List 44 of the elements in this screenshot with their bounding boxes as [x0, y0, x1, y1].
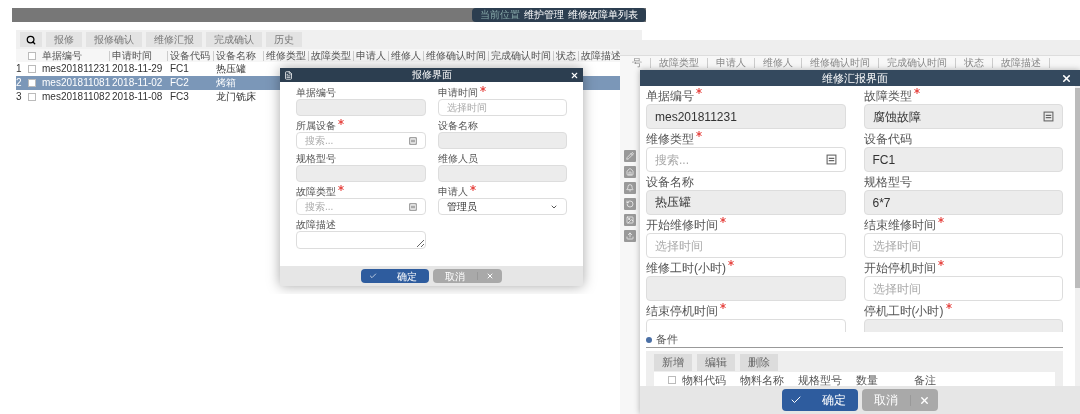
field-label: 规格型号: [296, 153, 336, 164]
field-label: 设备名称: [646, 176, 694, 188]
table-cell-text: mes201811082: [41, 92, 110, 102]
field-label: 申请人: [437, 186, 468, 197]
field-label: 故障描述: [296, 219, 336, 230]
table-cell-text: FC3: [169, 92, 190, 102]
table-cell-text: 热压罐: [215, 64, 247, 74]
row-number: 1: [16, 64, 23, 74]
field-label: 维修类型: [646, 133, 694, 145]
field-label: 结束停机时间: [646, 305, 718, 317]
field-label: 结束维修时间: [863, 219, 936, 231]
field-value: 搜索...: [655, 151, 689, 169]
field-label: 故障类型: [296, 186, 336, 197]
field-label: 所属设备: [296, 120, 336, 131]
row-number: 3: [16, 92, 23, 102]
field-label: 故障类型: [863, 90, 912, 102]
field-label: 申请时间: [437, 87, 478, 98]
table-cell-text: 2018-11-29: [111, 64, 164, 74]
field-value: 搜索...: [305, 134, 334, 148]
table-cell-text: 2018-11-02: [111, 78, 164, 88]
field-value: 腐蚀故障: [872, 108, 921, 126]
section-title: 备件: [656, 332, 678, 348]
field-label: 停机工时(小时): [863, 305, 944, 317]
field-label: 开始停机时间: [863, 262, 936, 274]
field-label: 设备代码: [863, 133, 912, 145]
dialog-title: 维修汇报界面: [820, 72, 889, 84]
table-cell-text: 龙门铣床: [215, 92, 257, 102]
table-cell-text: FC1: [169, 64, 190, 74]
field-value: 搜索...: [305, 200, 334, 214]
field-value: 管理员: [446, 200, 477, 214]
table-cell-text: 烤箱: [215, 78, 237, 88]
table-cell-text: 2018-11-08: [111, 92, 164, 102]
field-label: 维修工时(小时): [646, 262, 726, 274]
table-cell-text: mes201811081: [41, 78, 110, 88]
field-label: 开始维修时间: [646, 219, 718, 231]
field-label: 规格型号: [863, 176, 912, 188]
field-label: 单据编号: [296, 87, 336, 98]
field-label: 维修人员: [437, 153, 478, 164]
dialog-title: 报修界面: [410, 70, 453, 80]
field-label: 单据编号: [646, 90, 694, 102]
table-cell-text: FC2: [169, 78, 190, 88]
row-number: 2: [16, 78, 23, 88]
table-cell-text: mes201811231: [41, 64, 110, 74]
field-label: 设备名称: [437, 120, 478, 131]
